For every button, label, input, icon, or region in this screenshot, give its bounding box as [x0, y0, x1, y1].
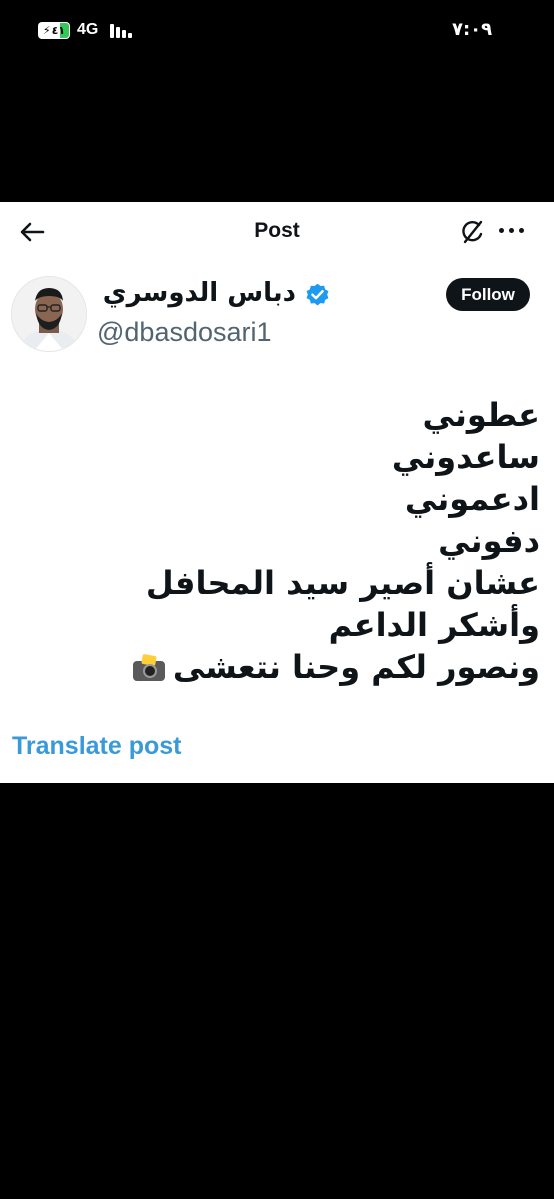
follow-button[interactable]: Follow	[446, 278, 530, 311]
cellular-signal-icon	[110, 24, 134, 38]
post-line: دفوني	[438, 522, 540, 560]
verified-badge-icon	[306, 283, 329, 306]
post-line: وأشكر الداعم	[328, 606, 540, 644]
author-handle[interactable]: @dbasdosari1	[97, 317, 272, 348]
status-bar: ⚡ ٤١ 4G ٧:٠٩	[0, 0, 554, 60]
camera-with-flash-icon	[132, 653, 165, 681]
battery-level: ٤١	[51, 24, 66, 37]
post-line: عشان أصير سيد المحافل	[145, 564, 540, 602]
post-line-last: ونصور لكم وحنا نتعشى	[20, 646, 540, 688]
post-panel: Post دباس الدوسري @dbasdosari1 Follow عط…	[0, 202, 554, 783]
translate-post-link[interactable]: Translate post	[12, 732, 182, 761]
post-line: ادعموني	[404, 480, 540, 518]
post-body: عطوني ساعدوني ادعموني دفوني عشان أصير سي…	[20, 394, 540, 688]
post-line: ونصور لكم وحنا نتعشى	[172, 648, 540, 686]
post-line: عطوني	[422, 396, 540, 434]
grok-icon[interactable]	[459, 219, 485, 245]
network-type: 4G	[77, 21, 99, 38]
battery-indicator: ⚡ ٤١	[38, 22, 70, 39]
avatar[interactable]	[11, 276, 87, 352]
author-display-name[interactable]: دباس الدوسري	[103, 278, 296, 308]
status-time: ٧:٠٩	[452, 19, 493, 40]
post-header: Post	[0, 202, 554, 258]
post-line: ساعدوني	[391, 438, 540, 476]
charging-bolt-icon: ⚡	[42, 24, 51, 37]
more-options-icon[interactable]	[499, 228, 525, 236]
